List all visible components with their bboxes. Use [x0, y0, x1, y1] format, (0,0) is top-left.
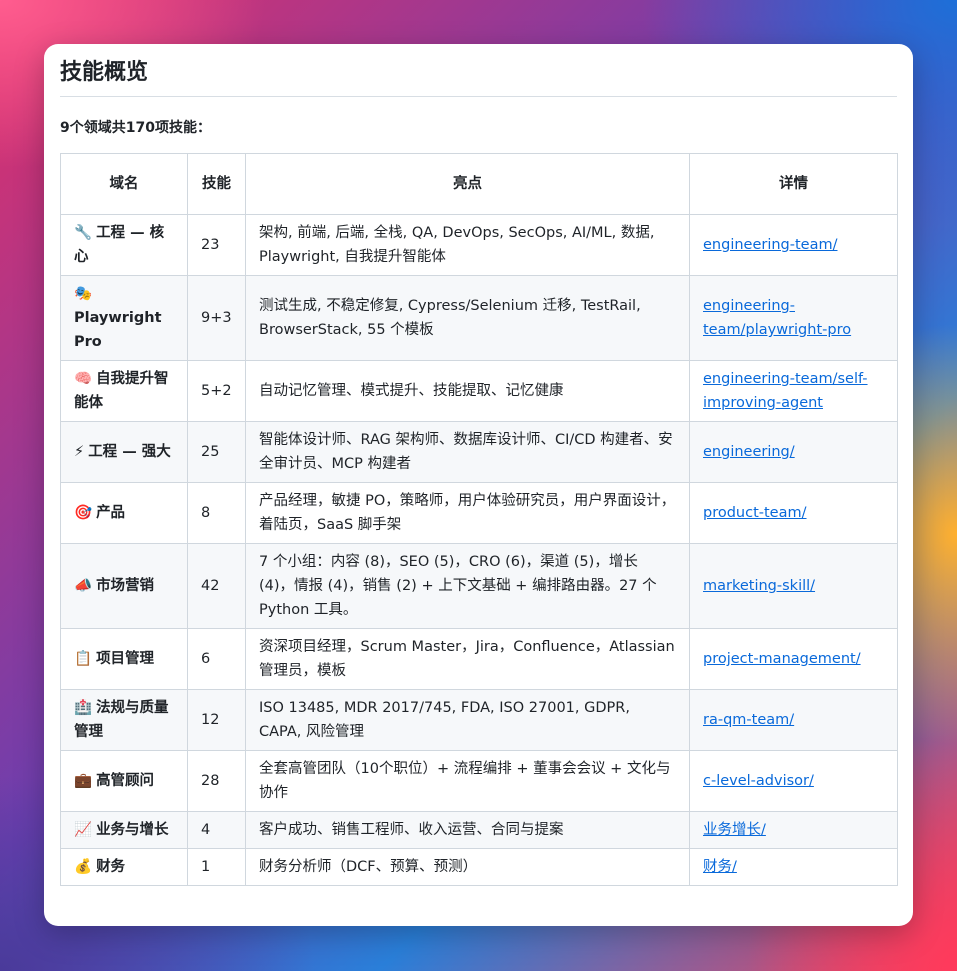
highlights-cell: 客户成功、销售工程师、收入运营、合同与提案 — [245, 811, 690, 849]
highlights-cell: 架构, 前端, 后端, 全栈, QA, DevOps, SecOps, AI/M… — [245, 214, 690, 276]
domain-cell: 📋 项目管理 — [60, 628, 188, 690]
table-row: 📣 市场营销 42 7 个小组：内容 (8)，SEO (5)，CRO (6)，渠道 (… — [60, 543, 898, 629]
hospital-icon: 🏥 — [74, 700, 93, 716]
money-bag-icon: 💰 — [74, 859, 93, 875]
domain-cell: 🧠 自我提升智能体 — [60, 360, 188, 422]
skills-count-cell: 9+3 — [187, 275, 246, 361]
skills-count-cell: 28 — [187, 750, 246, 812]
domain-label: Playwright Pro — [74, 310, 162, 350]
skills-count-cell: 8 — [187, 482, 246, 544]
details-link[interactable]: 业务增长/ — [703, 822, 766, 838]
domain-cell: ⚡ 工程 — 强大 — [60, 421, 188, 483]
header-details: 详情 — [689, 153, 898, 215]
skills-count-cell: 5+2 — [187, 360, 246, 422]
highlights-cell: 测试生成, 不稳定修复, Cypress/Selenium 迁移, TestRa… — [245, 275, 690, 361]
details-link[interactable]: engineering-team/playwright-pro — [703, 298, 851, 338]
details-cell: product-team/ — [689, 482, 898, 544]
highlights-cell: 7 个小组：内容 (8)，SEO (5)，CRO (6)，渠道 (5)，增长 (… — [245, 543, 690, 629]
table-row: 🏥 法规与质量管理 12 ISO 13485, MDR 2017/745, FDA, … — [60, 689, 898, 751]
details-link[interactable]: product-team/ — [703, 505, 807, 521]
domain-cell: 🔧 工程 — 核心 — [60, 214, 188, 276]
details-link[interactable]: marketing-skill/ — [703, 578, 815, 594]
table-header-row: 域名 技能 亮点 详情 — [60, 153, 898, 215]
domain-cell: 📣 市场营销 — [60, 543, 188, 629]
header-highlights: 亮点 — [245, 153, 690, 215]
skills-count-cell: 23 — [187, 214, 246, 276]
domain-cell: 💰 财务 — [60, 848, 188, 886]
highlights-cell: 资深项目经理，Scrum Master，Jira，Confluence，Atla… — [245, 628, 690, 690]
domain-label: 财务 — [96, 859, 126, 875]
details-cell: engineering/ — [689, 421, 898, 483]
theater-masks-icon: 🎭 — [74, 286, 93, 302]
table-row: 💼 高管顾问 28 全套高管团队（10个职位）+ 流程编排 + 董事会会议 + 文化与… — [60, 750, 898, 812]
details-link[interactable]: 财务/ — [703, 859, 737, 875]
table-row: 📈 业务与增长 4 客户成功、销售工程师、收入运营、合同与提案 业务增长/ — [60, 811, 898, 849]
clipboard-icon: 📋 — [74, 651, 93, 667]
table-row: 🧠 自我提升智能体 5+2 自动记忆管理、模式提升、技能提取、记忆健康 engineer… — [60, 360, 898, 422]
table-row: ⚡ 工程 — 强大 25 智能体设计师、RAG 架构师、数据库设计师、CI/CD 构建… — [60, 421, 898, 483]
skills-count-cell: 1 — [187, 848, 246, 886]
details-link[interactable]: project-management/ — [703, 651, 861, 667]
details-cell: 财务/ — [689, 848, 898, 886]
highlights-cell: 智能体设计师、RAG 架构师、数据库设计师、CI/CD 构建者、安全审计员、MC… — [245, 421, 690, 483]
wrench-icon: 🔧 — [74, 225, 93, 241]
chart-increasing-icon: 📈 — [74, 822, 93, 838]
details-link[interactable]: ra-qm-team/ — [703, 712, 794, 728]
details-link[interactable]: engineering-team/self-improving-agent — [703, 371, 868, 411]
header-domain: 域名 — [60, 153, 188, 215]
domain-cell: 🎭 Playwright Pro — [60, 275, 188, 361]
briefcase-icon: 💼 — [74, 773, 93, 789]
details-link[interactable]: engineering-team/ — [703, 237, 838, 253]
skills-count-cell: 12 — [187, 689, 246, 751]
megaphone-icon: 📣 — [74, 578, 93, 594]
table-row: 🎭 Playwright Pro 9+3 测试生成, 不稳定修复, Cypress/S… — [60, 275, 898, 361]
summary-text: 9个领域共170项技能： — [60, 120, 211, 136]
domain-cell: 🏥 法规与质量管理 — [60, 689, 188, 751]
domain-cell: 💼 高管顾问 — [60, 750, 188, 812]
details-cell: ra-qm-team/ — [689, 689, 898, 751]
table-row: 🎯 产品 8 产品经理，敏捷 PO，策略师，用户体验研究员，用户界面设计，着陆页，Sa… — [60, 482, 898, 544]
skills-count-cell: 25 — [187, 421, 246, 483]
details-link[interactable]: engineering/ — [703, 444, 795, 460]
domain-label: 高管顾问 — [96, 773, 155, 789]
details-cell: c-level-advisor/ — [689, 750, 898, 812]
table-body: 🔧 工程 — 核心 23 架构, 前端, 后端, 全栈, QA, DevOps, Se… — [60, 214, 898, 886]
domain-label: 产品 — [96, 505, 126, 521]
domain-label: 业务与增长 — [96, 822, 169, 838]
lightning-icon: ⚡ — [74, 444, 85, 460]
domain-label: 项目管理 — [96, 651, 155, 667]
table-row: 💰 财务 1 财务分析师（DCF、预算、预测） 财务/ — [60, 848, 898, 886]
highlights-cell: 产品经理，敏捷 PO，策略师，用户体验研究员，用户界面设计，着陆页，SaaS 脚… — [245, 482, 690, 544]
details-cell: marketing-skill/ — [689, 543, 898, 629]
skills-count-cell: 42 — [187, 543, 246, 629]
skills-count-cell: 4 — [187, 811, 246, 849]
highlights-cell: ISO 13485, MDR 2017/745, FDA, ISO 27001,… — [245, 689, 690, 751]
highlights-cell: 自动记忆管理、模式提升、技能提取、记忆健康 — [245, 360, 690, 422]
details-cell: engineering-team/self-improving-agent — [689, 360, 898, 422]
domain-label: 市场营销 — [96, 578, 155, 594]
details-cell: 业务增长/ — [689, 811, 898, 849]
details-cell: engineering-team/ — [689, 214, 898, 276]
details-cell: engineering-team/playwright-pro — [689, 275, 898, 361]
brain-icon: 🧠 — [74, 371, 93, 387]
skills-table: 域名 技能 亮点 详情 🔧 工程 — 核心 23 架构, 前端, 后端, 全栈, QA… — [60, 153, 898, 886]
table-row: 📋 项目管理 6 资深项目经理，Scrum Master，Jira，Confluenc… — [60, 628, 898, 690]
details-cell: project-management/ — [689, 628, 898, 690]
domain-cell: 📈 业务与增长 — [60, 811, 188, 849]
skills-count-cell: 6 — [187, 628, 246, 690]
page-title: 技能概览 — [60, 58, 897, 97]
domain-label: 工程 — 强大 — [88, 444, 171, 460]
table-row: 🔧 工程 — 核心 23 架构, 前端, 后端, 全栈, QA, DevOps, Se… — [60, 214, 898, 276]
skills-overview-card: 技能概览 9个领域共170项技能： 域名 技能 亮点 详情 🔧 工程 — 核心 23… — [44, 44, 913, 926]
domain-cell: 🎯 产品 — [60, 482, 188, 544]
details-link[interactable]: c-level-advisor/ — [703, 773, 814, 789]
highlights-cell: 全套高管团队（10个职位）+ 流程编排 + 董事会会议 + 文化与协作 — [245, 750, 690, 812]
highlights-cell: 财务分析师（DCF、预算、预测） — [245, 848, 690, 886]
header-skills: 技能 — [187, 153, 246, 215]
target-icon: 🎯 — [74, 505, 93, 521]
